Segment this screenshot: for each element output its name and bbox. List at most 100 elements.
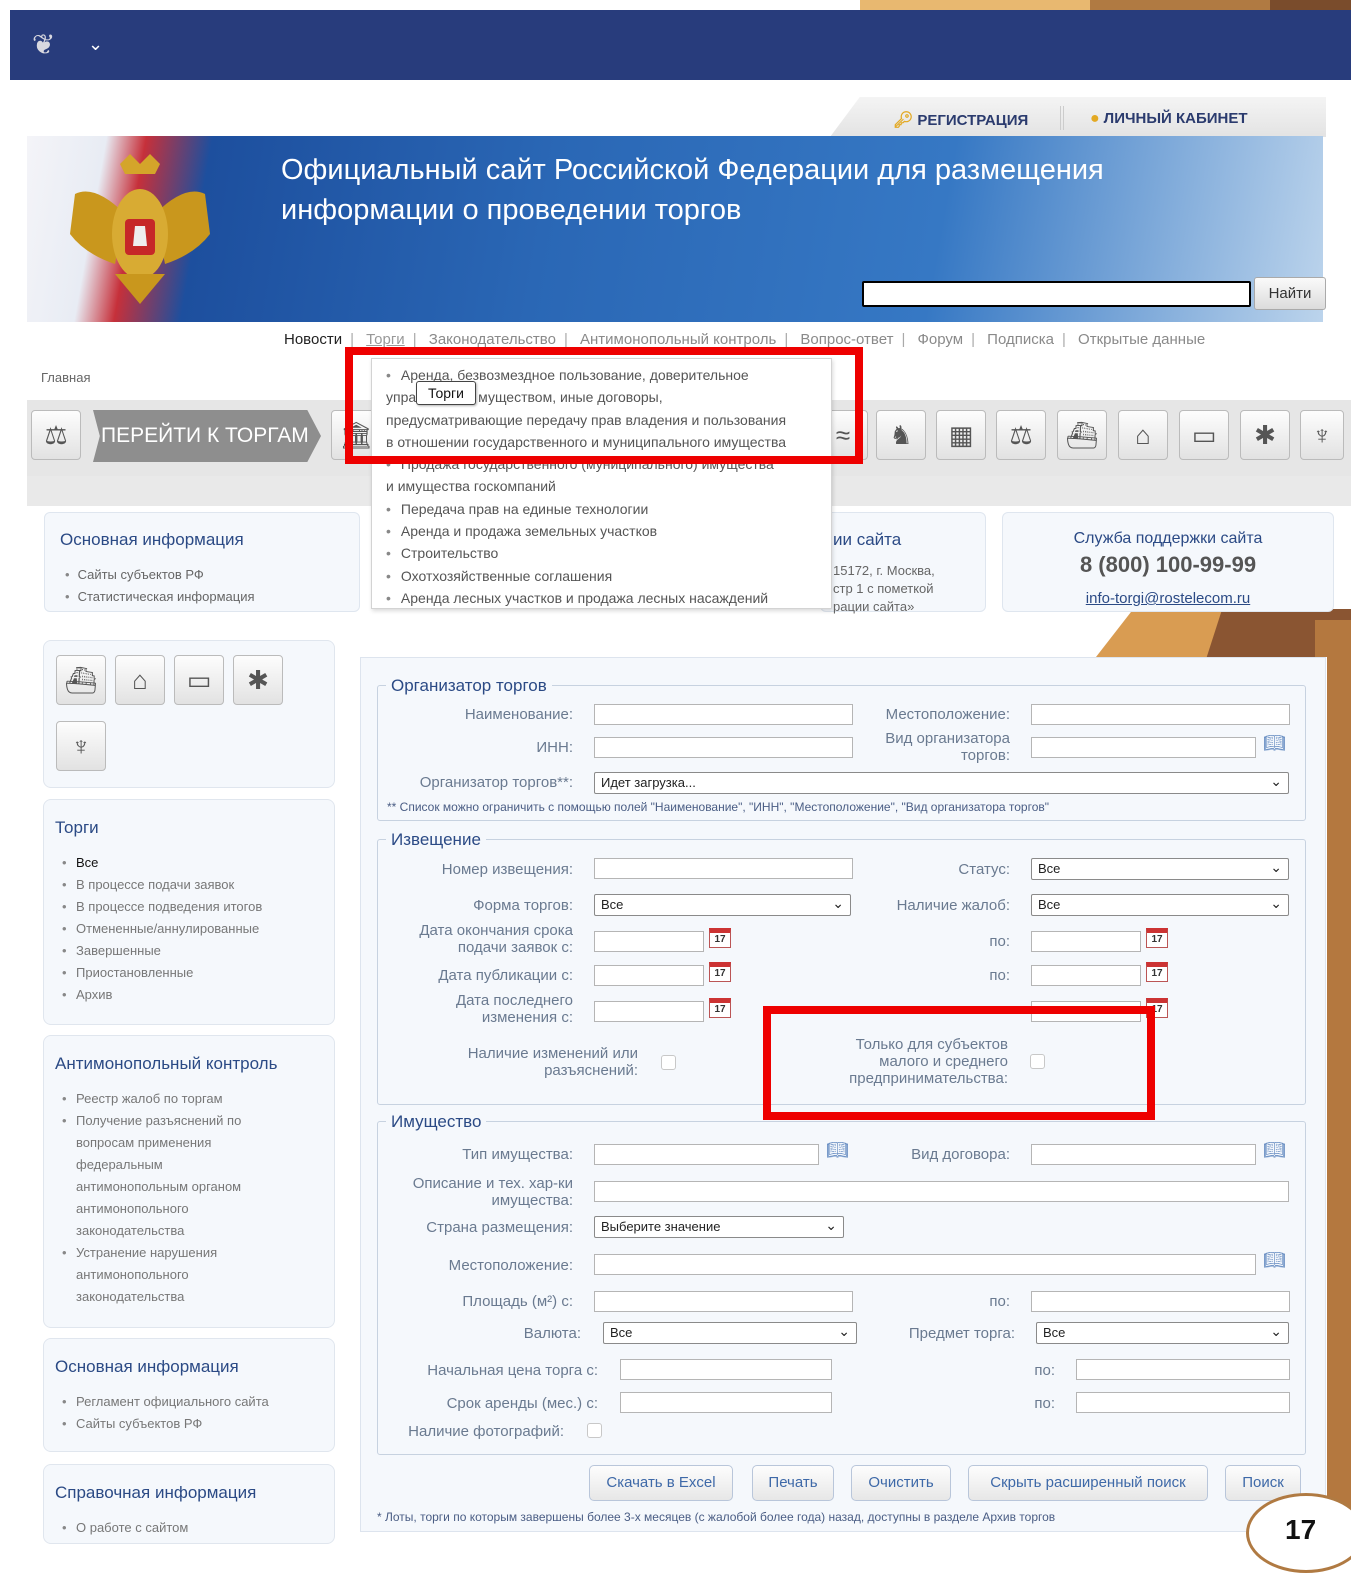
book-icon[interactable]: 📖︎ (1263, 733, 1286, 754)
emblem-icon[interactable]: ❦ (32, 28, 55, 61)
chevron-down-icon: ⌄ (838, 1323, 850, 1339)
start-price-from-field[interactable] (620, 1359, 832, 1380)
sidebar-item-clarifications[interactable]: Получение разъяснений по вопросам примен… (62, 1110, 262, 1242)
location-field[interactable] (594, 1254, 1256, 1275)
start-price-to-field[interactable] (1076, 1359, 1290, 1380)
currency-select[interactable]: Все ⌄ (603, 1322, 857, 1344)
chevron-down-icon: ⌄ (1270, 859, 1282, 875)
sidebar-item-howto[interactable]: О работе с сайтом (62, 1517, 334, 1539)
contract-type-field[interactable] (1031, 1144, 1256, 1165)
radio-tower-icon[interactable]: ♆ (1300, 410, 1344, 460)
sidebar-item-suspended[interactable]: Приостановленные (62, 962, 334, 984)
nav-torgi[interactable]: Торги (366, 331, 405, 348)
deadline-to-field[interactable] (1031, 931, 1141, 952)
notice-number-field[interactable] (594, 858, 853, 879)
sidebar-item-regulation[interactable]: Регламент официального сайта (62, 1391, 334, 1413)
breadcrumb[interactable]: Главная (41, 370, 90, 385)
prop-type-field[interactable] (594, 1144, 819, 1165)
scales-icon[interactable]: ⚖ (996, 410, 1046, 460)
sidebar-item-results[interactable]: В процессе подведения итогов (62, 896, 334, 918)
lease-term-from-field[interactable] (620, 1392, 832, 1413)
main-nav: Новости | Торги | Законодательство | Антимо… (284, 331, 1206, 348)
bull-icon[interactable]: ♞ (876, 410, 926, 460)
org-name-field[interactable] (594, 704, 853, 725)
ship-icon[interactable]: ⛴ (1057, 410, 1107, 460)
list-item[interactable]: Сайты субъектов РФ (65, 564, 359, 586)
menu-item-land[interactable]: • Аренда и продажа земельных участков (386, 520, 823, 542)
book-icon[interactable]: 📖︎ (826, 1140, 849, 1161)
menu-item-forest[interactable]: • Аренда лесных участков и продажа лесных… (386, 587, 823, 609)
hide-advanced-search-button[interactable]: Скрыть расширенный поиск (968, 1465, 1208, 1501)
nav-subscription[interactable]: Подписка (987, 331, 1054, 348)
menu-item-tech[interactable]: • Передача прав на единые технологии (386, 498, 823, 520)
support-email[interactable]: info-torgi@rostelecom.ru (1003, 590, 1333, 607)
print-button[interactable]: Печать (752, 1465, 834, 1501)
complaints-select[interactable]: Все ⌄ (1031, 894, 1289, 916)
radio-tower-icon[interactable]: ♆ (56, 721, 106, 771)
nav-legislation[interactable]: Законодательство (429, 331, 556, 348)
calendar-icon[interactable]: 17 (709, 998, 731, 1018)
org-inn-field[interactable] (594, 737, 853, 758)
monitor-icon[interactable]: ▭ (1179, 410, 1229, 460)
monitor-icon[interactable]: ▭ (174, 655, 224, 705)
download-excel-button[interactable]: Скачать в Excel (589, 1465, 733, 1501)
changes-checkbox[interactable] (661, 1055, 676, 1070)
slide-number-badge: 17 (1246, 1493, 1351, 1573)
ship-icon[interactable]: ⛴ (56, 655, 106, 705)
sidebar-item-archive[interactable]: Архив (62, 984, 334, 1006)
sidebar-item-completed[interactable]: Завершенные (62, 940, 334, 962)
search-button[interactable]: Найти (1254, 277, 1326, 310)
power-tower-icon[interactable]: ✱ (233, 655, 283, 705)
nav-open-data[interactable]: Открытые данные (1078, 331, 1205, 348)
nav-news[interactable]: Новости (284, 331, 342, 348)
info-card-support: Служба поддержки сайта 8 (800) 100-99-99… (1002, 512, 1334, 612)
label-pub-date: Дата публикации с: (438, 967, 573, 984)
pub-date-to-field[interactable] (1031, 965, 1141, 986)
organizer-select[interactable]: Идет загрузка... ⌄ (594, 772, 1289, 794)
sidebar-item-complaints[interactable]: Реестр жалоб по торгам (62, 1088, 334, 1110)
org-location-field[interactable] (1031, 704, 1290, 725)
photos-checkbox[interactable] (587, 1423, 602, 1438)
clear-button[interactable]: Очистить (851, 1465, 951, 1501)
chevron-down-icon[interactable]: ⌄ (88, 34, 103, 55)
calendar-icon[interactable]: 17 (709, 962, 731, 982)
auction-hammer-icon[interactable]: ⚖ (31, 410, 81, 460)
calendar-icon[interactable]: 17 (709, 928, 731, 948)
book-icon[interactable]: 📖︎ (1263, 1140, 1286, 1161)
register-link[interactable]: 🔑︎ РЕГИСТРАЦИЯ (893, 110, 1028, 130)
org-type-field[interactable] (1031, 737, 1256, 758)
goto-torgi-button[interactable]: ПЕРЕЙТИ К ТОРГАМ (93, 410, 321, 462)
lease-term-to-field[interactable] (1076, 1392, 1290, 1413)
calendar-icon[interactable]: 17 (1146, 962, 1168, 982)
search-input[interactable] (862, 281, 1251, 307)
house-icon[interactable]: ⌂ (115, 655, 165, 705)
cabinet-link[interactable]: ● ЛИЧНЫЙ КАБИНЕТ (1090, 110, 1248, 128)
description-field[interactable] (594, 1181, 1289, 1202)
sidebar-item-applications[interactable]: В процессе подачи заявок (62, 874, 334, 896)
calendar-icon[interactable]: 17 (1146, 928, 1168, 948)
sidebar-item-cancelled[interactable]: Отмененные/аннулированные (62, 918, 334, 940)
nav-forum[interactable]: Форум (918, 331, 964, 348)
area-from-field[interactable] (594, 1291, 853, 1312)
nav-antimonopoly[interactable]: Антимонопольный контроль (580, 331, 776, 348)
sidebar-item-subjects[interactable]: Сайты субъектов РФ (62, 1413, 334, 1435)
book-icon[interactable]: 📖︎ (1263, 1250, 1286, 1271)
deadline-from-field[interactable] (594, 931, 704, 952)
subject-select[interactable]: Все ⌄ (1036, 1322, 1289, 1344)
sidebar-item-violations[interactable]: Устранение нарушения антимонопольного за… (62, 1242, 252, 1308)
pub-date-from-field[interactable] (594, 965, 704, 986)
form-torgi-select[interactable]: Все ⌄ (594, 894, 851, 916)
area-to-field[interactable] (1031, 1291, 1290, 1312)
auth-divider (1060, 106, 1064, 130)
last-change-from-field[interactable] (594, 1001, 704, 1022)
country-select[interactable]: Выберите значение ⌄ (594, 1216, 844, 1238)
menu-item-construction[interactable]: • Строительство (386, 542, 823, 564)
nav-faq[interactable]: Вопрос-ответ (800, 331, 893, 348)
house-icon[interactable]: ⌂ (1118, 410, 1168, 460)
status-select[interactable]: Все ⌄ (1031, 858, 1289, 880)
power-tower-icon[interactable]: ✱ (1240, 410, 1290, 460)
list-item[interactable]: Статистическая информация (65, 586, 359, 608)
bank-icon[interactable]: ▦ (936, 410, 986, 460)
sidebar-item-all[interactable]: Все (62, 852, 334, 874)
menu-item-hunting[interactable]: • Охотхозяйственные соглашения (386, 565, 823, 587)
